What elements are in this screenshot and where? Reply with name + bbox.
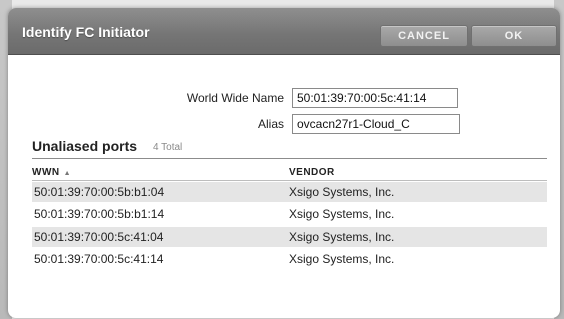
row-wwn-cell: 50:01:39:70:00:5c:41:04 bbox=[34, 230, 164, 244]
table-header-divider bbox=[32, 180, 547, 181]
world-wide-name-row: World Wide Name bbox=[8, 88, 560, 108]
row-wwn-cell: 50:01:39:70:00:5b:b1:14 bbox=[34, 207, 165, 221]
world-wide-name-label: World Wide Name bbox=[186, 91, 284, 105]
dialog-titlebar: Identify FC Initiator CANCEL OK bbox=[8, 8, 560, 55]
alias-row: Alias bbox=[8, 114, 560, 134]
ok-button[interactable]: OK bbox=[471, 25, 557, 47]
dialog-title: Identify FC Initiator bbox=[22, 24, 150, 40]
row-vendor-cell: Xsigo Systems, Inc. bbox=[289, 230, 395, 244]
table-row[interactable]: 50:01:39:70:00:5b:b1:14 Xsigo Systems, I… bbox=[32, 204, 547, 224]
row-vendor-cell: Xsigo Systems, Inc. bbox=[289, 207, 395, 221]
unaliased-ports-title: Unaliased ports bbox=[32, 138, 138, 154]
row-vendor-cell: Xsigo Systems, Inc. bbox=[289, 252, 395, 266]
sort-ascending-icon: ▲ bbox=[63, 170, 72, 177]
cancel-button[interactable]: CANCEL bbox=[380, 25, 468, 47]
world-wide-name-input[interactable] bbox=[292, 88, 458, 108]
column-header-vendor-label: VENDOR bbox=[289, 167, 335, 178]
row-wwn-cell: 50:01:39:70:00:5c:41:14 bbox=[34, 252, 164, 266]
table-row[interactable]: 50:01:39:70:00:5b:b1:04 Xsigo Systems, I… bbox=[32, 182, 547, 202]
column-header-vendor[interactable]: VENDOR bbox=[289, 167, 335, 178]
table-row[interactable]: 50:01:39:70:00:5c:41:14 Xsigo Systems, I… bbox=[32, 249, 547, 269]
column-header-wwn[interactable]: WWN ▲ bbox=[32, 167, 71, 178]
row-wwn-cell: 50:01:39:70:00:5b:b1:04 bbox=[34, 185, 165, 199]
alias-input[interactable] bbox=[292, 114, 460, 134]
unaliased-ports-header: Unaliased ports 4 Total bbox=[32, 138, 547, 159]
alias-label: Alias bbox=[257, 117, 284, 131]
unaliased-ports-count: 4 Total bbox=[153, 142, 183, 153]
table-row[interactable]: 50:01:39:70:00:5c:41:04 Xsigo Systems, I… bbox=[32, 227, 547, 247]
row-vendor-cell: Xsigo Systems, Inc. bbox=[289, 185, 395, 199]
identify-fc-initiator-dialog: Identify FC Initiator CANCEL OK World Wi… bbox=[8, 8, 560, 318]
column-header-wwn-label: WWN bbox=[32, 167, 60, 178]
